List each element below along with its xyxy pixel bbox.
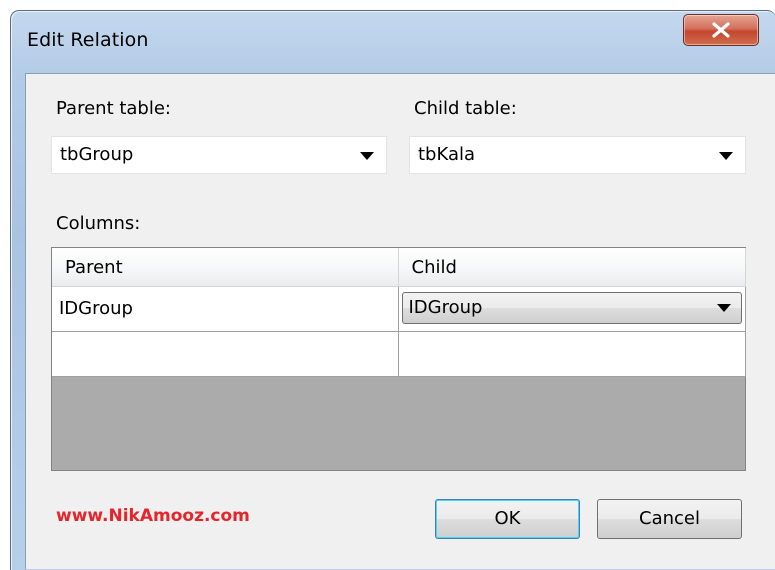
child-cell: IDGroup [398, 286, 746, 332]
parent-table-select[interactable]: tbGroup [51, 136, 387, 174]
parent-cell[interactable] [52, 331, 399, 377]
child-column-value: IDGroup [408, 297, 483, 318]
parent-cell-text: IDGroup [59, 298, 133, 319]
child-table-select[interactable]: tbKala [409, 136, 746, 174]
parent-table-label: Parent table: [56, 98, 171, 119]
watermark-text: www.NikAmooz.com [56, 506, 250, 526]
child-cell[interactable] [398, 331, 746, 377]
cancel-button[interactable]: Cancel [597, 499, 742, 539]
columns-label: Columns: [56, 213, 141, 234]
table-row: IDGroup IDGroup [52, 286, 746, 332]
close-icon [712, 22, 730, 38]
parent-cell[interactable]: IDGroup [52, 286, 399, 332]
chevron-down-icon [360, 152, 374, 160]
child-table-label: Child table: [414, 98, 517, 119]
chevron-down-icon [716, 304, 731, 312]
table-row [52, 331, 746, 377]
column-header-child[interactable]: Child [398, 248, 746, 287]
window-title: Edit Relation [27, 29, 149, 51]
chevron-down-icon [719, 152, 733, 160]
ok-button[interactable]: OK [435, 499, 580, 539]
child-column-select[interactable]: IDGroup [401, 292, 742, 324]
columns-grid: Parent Child IDGroup IDGroup [51, 247, 746, 471]
child-table-value: tbKala [418, 144, 476, 165]
parent-table-value: tbGroup [60, 144, 134, 165]
close-button[interactable] [683, 14, 759, 46]
column-header-parent[interactable]: Parent [52, 248, 399, 287]
